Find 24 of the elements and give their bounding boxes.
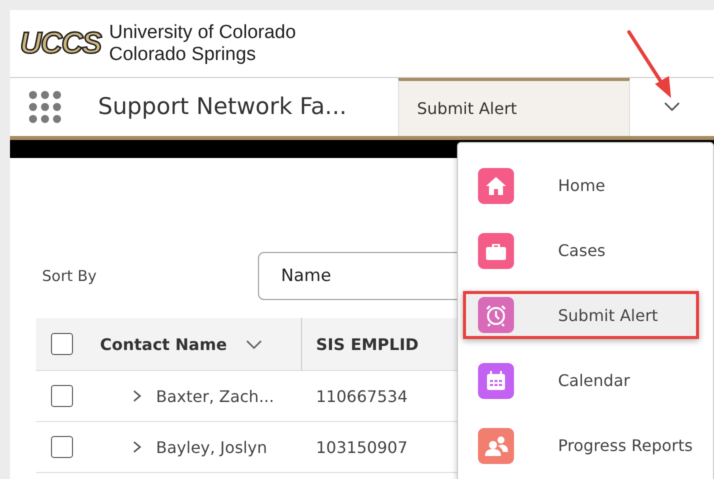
- table-cell: 110667534: [316, 386, 408, 406]
- chevron-icon[interactable]: [132, 440, 142, 454]
- table-cell: Baxter, Zach...: [156, 386, 274, 406]
- select-all-checkbox[interactable]: [51, 333, 73, 355]
- table-cell: 103150907: [316, 438, 408, 456]
- university-name: University of Colorado: [109, 22, 296, 44]
- logo: UCCS: [20, 26, 102, 60]
- column-header[interactable]: SIS EMPLID: [316, 334, 419, 354]
- menu-item[interactable]: Home: [458, 153, 713, 218]
- row-checkbox[interactable]: [51, 436, 73, 458]
- menu-item[interactable]: Submit Alert: [463, 291, 699, 339]
- university-name: Colorado Springs: [109, 44, 257, 66]
- table-cell: Bayley, Joslyn: [156, 438, 268, 456]
- chevron-icon[interactable]: [663, 101, 681, 113]
- menu-item[interactable]: Calendar: [458, 348, 713, 413]
- app-name: Support Network Fa...: [98, 94, 348, 120]
- app-launcher-icon[interactable]: [28, 90, 62, 124]
- chevron-icon[interactable]: [132, 389, 142, 403]
- sort-label: Sort By: [42, 267, 98, 285]
- menu-item[interactable]: Progress Reports: [458, 413, 713, 478]
- caret-icon[interactable]: [244, 338, 263, 350]
- row-checkbox[interactable]: [51, 385, 73, 407]
- nav-tab[interactable]: Submit Alert: [398, 78, 630, 136]
- column-header[interactable]: Contact Name: [100, 334, 227, 354]
